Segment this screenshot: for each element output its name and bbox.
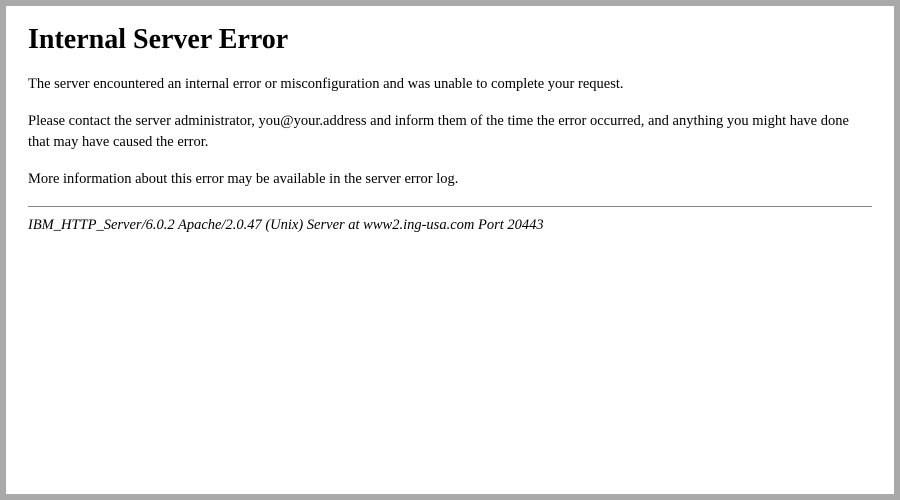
server-signature: IBM_HTTP_Server/6.0.2 Apache/2.0.47 (Uni… [28, 217, 872, 234]
error-description-3: More information about this error may be… [28, 169, 872, 190]
divider [28, 206, 872, 207]
error-title: Internal Server Error [28, 24, 872, 56]
error-page-container: Internal Server Error The server encount… [6, 6, 894, 494]
error-description-1: The server encountered an internal error… [28, 74, 872, 95]
error-description-2: Please contact the server administrator,… [28, 111, 872, 153]
